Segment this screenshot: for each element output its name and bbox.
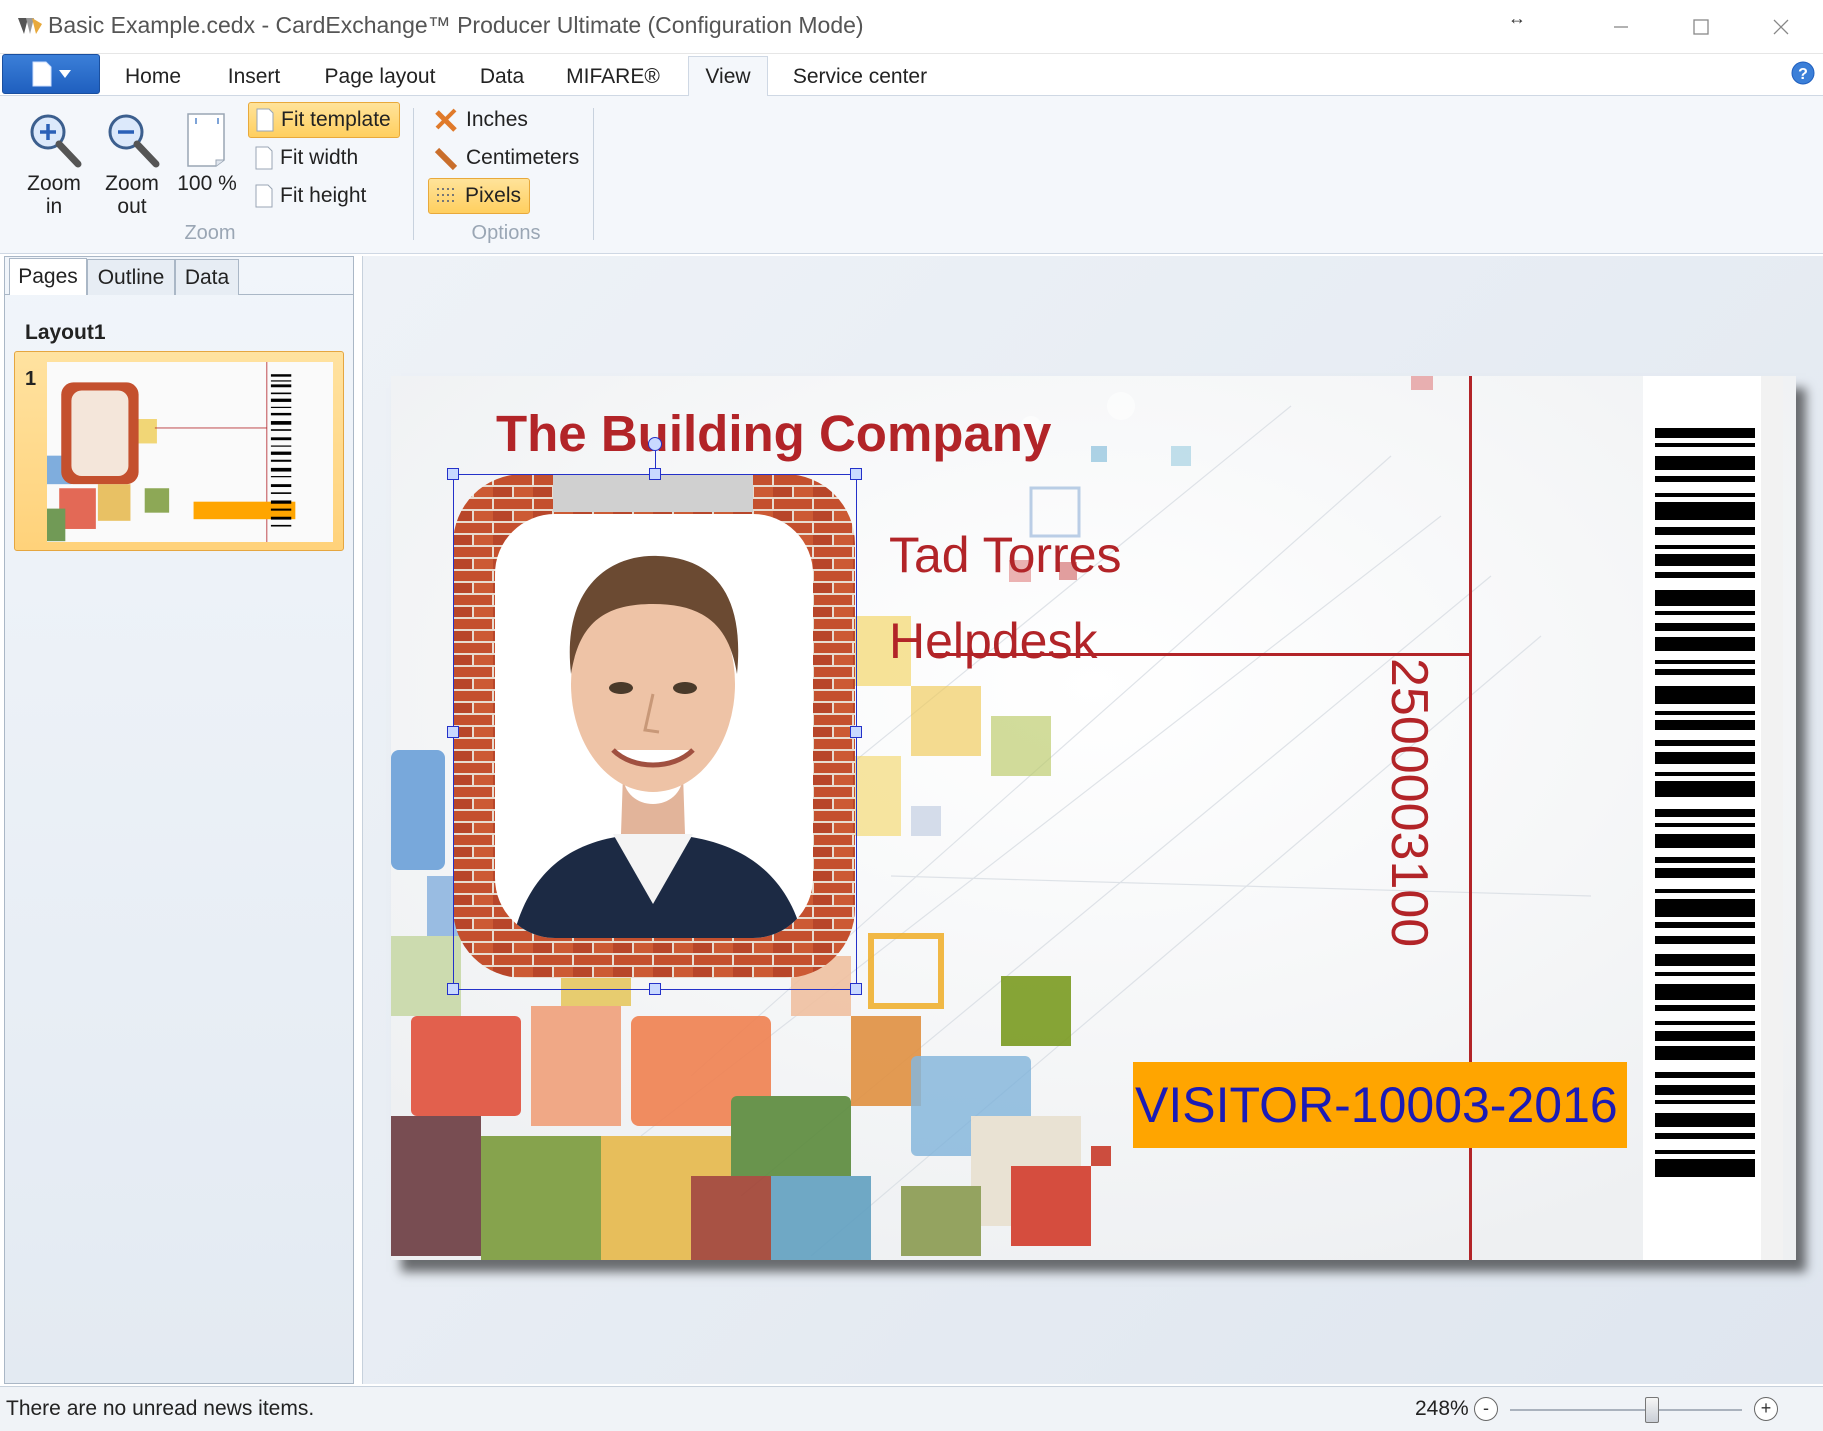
ruler-inches-icon [435, 108, 457, 132]
tab-service-center[interactable]: Service center [780, 58, 940, 96]
zoom-out-label: Zoom out [105, 172, 159, 218]
tab-insert[interactable]: Insert [208, 58, 300, 96]
company-name-text[interactable]: The Building Company [496, 404, 1051, 463]
fit-height-label: Fit height [280, 184, 367, 207]
title-bar: Basic Example.cedx - CardExchange™ Produ… [0, 0, 1823, 54]
window-title: Basic Example.cedx - CardExchange™ Produ… [48, 12, 864, 38]
zoom-minus-button[interactable]: - [1474, 1397, 1498, 1421]
page-number: 1 [25, 368, 37, 390]
zoom-out-button[interactable]: Zoom out [96, 106, 168, 218]
zoom-group-label: Zoom [184, 222, 236, 244]
actual-size-button[interactable]: 100 % [172, 106, 242, 216]
maximize-icon [1693, 19, 1709, 35]
tab-page-layout[interactable]: Page layout [310, 58, 450, 96]
visitor-id-text: VISITOR-10003-2016 [1135, 1077, 1618, 1133]
side-panel-tabs: Pages Outline Data [5, 257, 353, 295]
zoom-slider[interactable] [1510, 1397, 1742, 1423]
pages-panel: Pages Outline Data Layout1 1 [4, 256, 354, 1384]
ribbon-tab-bar: Home Insert Page layout Data MIFARE® Vie… [0, 54, 1823, 97]
card-number-text[interactable]: 2500003100 [1380, 658, 1439, 948]
tab-side-data[interactable]: Data [175, 259, 239, 295]
id-card[interactable]: The Building Company Tad Torres Helpdesk… [391, 376, 1796, 1260]
pixels-button[interactable]: Pixels [428, 178, 531, 214]
tab-data[interactable]: Data [460, 58, 544, 96]
ruler-centimeters-icon [434, 147, 458, 171]
tab-home[interactable]: Home [104, 58, 202, 96]
page-thumbnail-preview [47, 362, 333, 542]
svg-text:?: ? [1798, 66, 1808, 83]
centimeters-button[interactable]: Centimeters [428, 140, 587, 176]
zoom-slider-thumb[interactable] [1644, 1397, 1659, 1423]
barcode[interactable] [1643, 376, 1783, 1260]
page-actual-size-icon [187, 113, 225, 167]
inches-label: Inches [466, 108, 528, 131]
fit-width-icon [255, 146, 273, 170]
help-icon[interactable]: ? [1790, 60, 1816, 86]
pixels-label: Pixels [465, 184, 522, 207]
options-group-label: Options [471, 222, 541, 244]
person-name-text[interactable]: Tad Torres [889, 526, 1122, 584]
fit-template-button[interactable]: Fit template [248, 102, 400, 138]
zoom-plus-button[interactable]: + [1754, 1397, 1778, 1421]
zoom-out-icon [108, 114, 160, 168]
layout-name: Layout1 [25, 321, 106, 344]
zoom-in-button[interactable]: Zoom in [18, 106, 90, 218]
fit-template-icon [256, 108, 274, 132]
close-icon [1773, 19, 1789, 35]
app-logo-icon [18, 18, 42, 34]
news-status-text: There are no unread news items. [6, 1397, 315, 1420]
tab-outline[interactable]: Outline [87, 259, 175, 295]
fit-height-button[interactable]: Fit height [248, 178, 374, 214]
visitor-id-badge[interactable]: VISITOR-10003-2016 [1133, 1062, 1627, 1148]
tab-view[interactable]: View [688, 56, 768, 97]
close-button[interactable] [1742, 0, 1820, 54]
document-icon [32, 61, 52, 87]
file-menu-button[interactable] [2, 54, 100, 94]
minimize-icon [1614, 26, 1628, 28]
thumbnail-card-image [47, 362, 333, 542]
actual-size-label: 100 % [177, 172, 237, 195]
maximize-button[interactable] [1662, 0, 1740, 54]
centimeters-label: Centimeters [466, 146, 580, 169]
inches-button[interactable]: Inches [428, 102, 536, 138]
fit-width-label: Fit width [280, 146, 359, 169]
group-separator [593, 108, 594, 240]
pixel-grid-icon [437, 188, 454, 202]
fit-height-icon [255, 184, 273, 208]
zoom-level-text: 248% [1415, 1397, 1469, 1420]
fit-width-button[interactable]: Fit width [248, 140, 366, 176]
minimize-button[interactable] [1582, 0, 1660, 54]
group-separator [413, 108, 414, 240]
page-thumbnail[interactable]: 1 [14, 351, 344, 551]
resize-icon: ↔ [1508, 8, 1526, 28]
department-text[interactable]: Helpdesk [889, 612, 1097, 670]
zoom-in-icon [30, 114, 82, 168]
tab-pages[interactable]: Pages [9, 258, 87, 295]
tab-mifare[interactable]: MIFARE® [556, 58, 670, 96]
fit-template-label: Fit template [281, 108, 391, 131]
portrait-photo[interactable] [453, 474, 855, 978]
status-bar: There are no unread news items. 248% - + [0, 1386, 1823, 1431]
design-canvas[interactable]: The Building Company Tad Torres Helpdesk… [362, 256, 1823, 1384]
chevron-down-icon [59, 70, 71, 78]
zoom-in-label: Zoom in [27, 172, 81, 218]
ribbon-panel: Zoom in Zoom out 100 % Fit template Fit [0, 96, 1823, 254]
